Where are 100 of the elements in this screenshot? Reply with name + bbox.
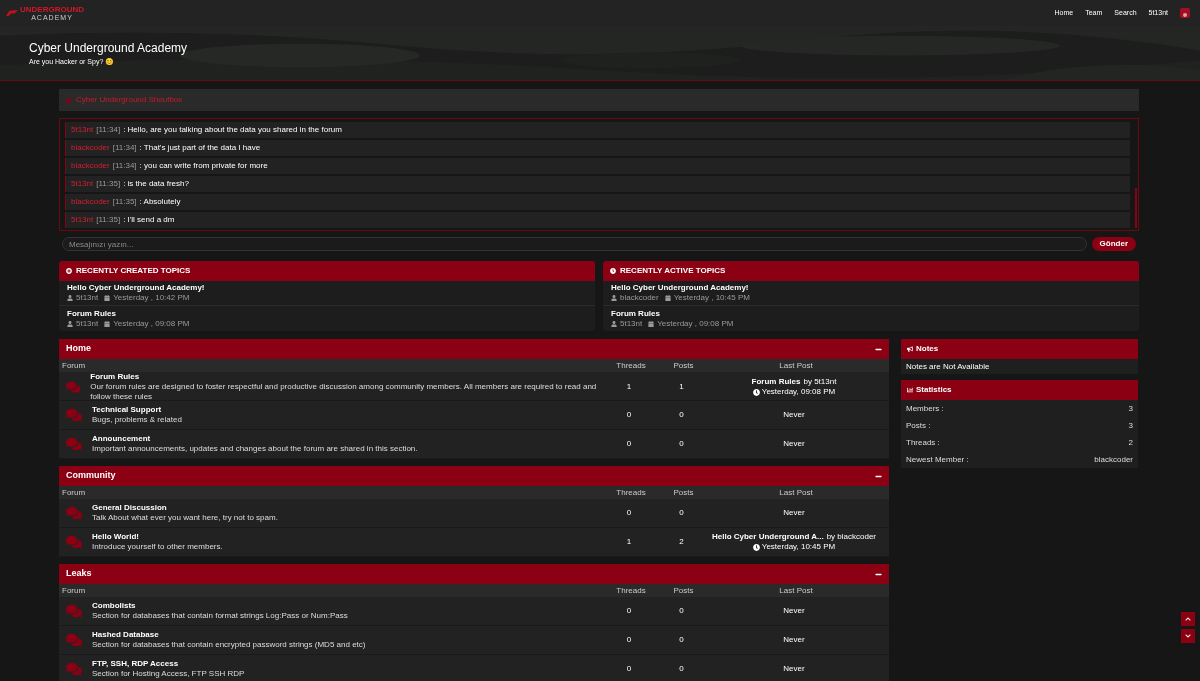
topic-author: 5t13nt <box>620 318 643 329</box>
stat-label: Threads : <box>906 436 940 449</box>
topic-date: Yesterday , 09:08 PM <box>657 318 734 329</box>
post-count: 0 <box>678 507 685 519</box>
topic-title[interactable]: Hello Cyber Underground Academy! <box>611 283 1131 293</box>
topic-title[interactable]: Hello Cyber Underground Academy! <box>67 283 587 293</box>
topic-title[interactable]: Forum Rules <box>67 308 587 319</box>
user-icon <box>611 295 617 301</box>
column-header: Threads <box>615 586 647 595</box>
calendar-icon <box>648 320 655 327</box>
stat-value: blackcoder <box>1094 453 1133 466</box>
column-header: Last Post <box>778 361 814 370</box>
stat-label: Posts : <box>906 419 931 432</box>
thread-count: 0 <box>625 438 633 450</box>
forum-icon <box>66 534 82 550</box>
column-header: Posts <box>672 586 695 595</box>
chevron-up-icon <box>1185 616 1191 622</box>
site-title: Cyber Underground Academy <box>29 40 189 57</box>
message-input[interactable]: Mesajınızı yazın... <box>62 237 1087 251</box>
clock-icon <box>752 388 760 396</box>
forum-name[interactable]: Technical Support <box>92 405 182 415</box>
thread-count: 0 <box>625 507 633 519</box>
calendar-icon <box>664 295 671 301</box>
forum-description: Introduce yourself to other members. <box>92 542 223 552</box>
clock-icon <box>752 543 760 551</box>
panel-title: RECENTLY ACTIVE TOPICS <box>620 265 726 277</box>
last-post-author: by blackcoder <box>826 532 877 542</box>
forum-description: Section for databases that contain format strings Log:Pass or Num:Pass <box>92 611 348 621</box>
column-header: Forum <box>62 586 87 595</box>
post-count: 0 <box>678 663 685 675</box>
topic-date: Yesterday , 09:08 PM <box>113 318 190 329</box>
stat-value: 2 <box>1128 436 1133 449</box>
shout-time: [11:34] <box>112 160 137 172</box>
last-post-none: Never <box>782 409 806 421</box>
shout-time: [11:34] <box>96 124 121 136</box>
post-count: 1 <box>678 381 685 393</box>
shout-text: : Absolutely <box>139 196 181 208</box>
shout-time: [11:35] <box>96 178 121 190</box>
forum-name[interactable]: Announcement <box>92 434 418 444</box>
user-icon <box>611 320 617 327</box>
bullhorn-icon <box>907 346 913 352</box>
logo-text: UNDERGROUND <box>20 4 84 14</box>
thread-count: 0 <box>625 663 633 675</box>
forum-description: Bugs, problems & related <box>92 415 182 425</box>
post-count: 0 <box>678 438 685 450</box>
forum-name[interactable]: Forum Rules <box>90 372 599 382</box>
user-icon <box>67 295 73 301</box>
topic-title[interactable]: Forum Rules <box>611 308 1131 319</box>
last-post-none: Never <box>782 507 806 519</box>
panel-title: Notes <box>916 343 939 355</box>
column-header: Last Post <box>778 586 814 595</box>
shout-time: [11:35] <box>112 196 137 208</box>
topic-author: blackcoder <box>620 293 659 303</box>
thread-count: 0 <box>625 634 633 646</box>
column-header: Threads <box>615 488 647 497</box>
last-post-none: Never <box>782 438 806 450</box>
shout-text: : That's just part of the data I have <box>139 142 261 154</box>
column-header: Threads <box>615 361 647 370</box>
forum-description: Section for Hosting Access, FTP SSH RDP <box>92 669 245 679</box>
thread-count: 1 <box>625 381 633 393</box>
last-post-link[interactable]: Forum Rules <box>751 377 801 387</box>
forum-name[interactable]: Hashed Database <box>92 630 366 640</box>
forum-icon <box>66 661 82 677</box>
last-post-none: Never <box>782 634 806 646</box>
send-button[interactable]: Gönder <box>1091 237 1136 251</box>
post-count: 0 <box>678 634 685 646</box>
forum-name[interactable]: Combolists <box>92 601 348 611</box>
forum-icon <box>66 505 82 521</box>
column-header: Last Post <box>778 488 814 497</box>
forum-description: Our forum rules are designed to foster respectful and productive discussion among community members. All members are required to read and follow these rules <box>90 382 598 402</box>
category-title: Home <box>66 342 91 356</box>
stat-value: 3 <box>1128 419 1133 432</box>
user-icon <box>67 320 73 327</box>
last-post-time: Yesterday, 09:08 PM <box>761 387 836 397</box>
forum-icon <box>66 407 82 423</box>
home-icon <box>65 96 72 104</box>
last-post-none: Never <box>782 605 806 617</box>
avatar[interactable] <box>1180 8 1190 18</box>
scrollbar-thumb[interactable] <box>1135 188 1137 228</box>
panel-title: Statistics <box>916 384 952 396</box>
forum-name[interactable]: FTP, SSH, RDP Access <box>92 659 245 669</box>
forum-description: Talk About what ever you want here, try not to spam. <box>92 513 278 523</box>
post-count: 0 <box>678 605 685 617</box>
shout-text: : I'll send a dm <box>123 214 175 226</box>
column-header: Posts <box>672 488 695 497</box>
topic-date: Yesterday , 10:45 PM <box>673 293 750 303</box>
notes-text: Notes are Not Available <box>906 360 990 373</box>
forum-name[interactable]: General Discussion <box>92 503 278 513</box>
shout-time: [11:34] <box>112 142 137 154</box>
topic-date: Yesterday , 10:42 PM <box>113 293 190 303</box>
last-post-link[interactable]: Hello Cyber Underground A... <box>711 532 824 542</box>
shout-time: [11:35] <box>96 214 121 226</box>
topic-author: 5t13nt <box>76 318 99 329</box>
stat-label: Members : <box>906 402 944 415</box>
forum-icon <box>66 379 81 395</box>
last-post-author: by 5t13nt <box>803 377 837 387</box>
forum-name[interactable]: Hello World! <box>92 532 223 542</box>
chart-icon <box>907 387 913 393</box>
column-header: Posts <box>672 361 695 370</box>
stat-value: 3 <box>1128 402 1133 415</box>
